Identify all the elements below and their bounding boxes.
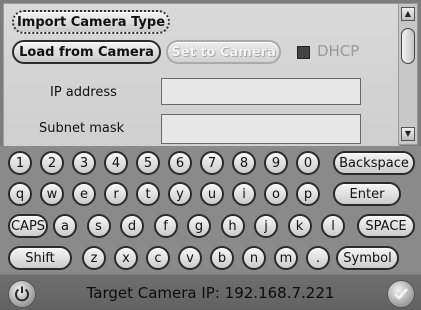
- settings-panel: Import Camera Type Load from Camera Set …: [3, 3, 400, 147]
- key-o[interactable]: o: [264, 182, 288, 206]
- key-space[interactable]: SPACE: [357, 214, 415, 238]
- key-2[interactable]: 2: [40, 151, 64, 175]
- dhcp-label: DHCP: [317, 42, 360, 60]
- import-camera-type-button[interactable]: Import Camera Type: [12, 10, 170, 34]
- key-enter[interactable]: Enter: [333, 182, 401, 206]
- key-i[interactable]: i: [232, 182, 256, 206]
- ip-address-input[interactable]: [161, 78, 361, 105]
- key-x[interactable]: x: [114, 246, 138, 270]
- key-5[interactable]: 5: [136, 151, 160, 175]
- key-d[interactable]: d: [120, 214, 144, 238]
- scroll-up-arrow-icon[interactable]: ▲: [401, 7, 415, 21]
- key-7[interactable]: 7: [200, 151, 224, 175]
- key-h[interactable]: h: [220, 214, 245, 238]
- key-k[interactable]: k: [287, 214, 312, 238]
- key-3[interactable]: 3: [72, 151, 96, 175]
- load-from-camera-button[interactable]: Load from Camera: [12, 40, 161, 64]
- key-u[interactable]: u: [200, 182, 224, 206]
- key-y[interactable]: y: [168, 182, 192, 206]
- key-s[interactable]: s: [86, 214, 111, 238]
- key-8[interactable]: 8: [232, 151, 256, 175]
- key-symbol[interactable]: Symbol: [336, 246, 399, 270]
- camera-setup-screen: Import Camera Type Load from Camera Set …: [0, 0, 421, 310]
- key-l[interactable]: l: [321, 214, 345, 238]
- key-z[interactable]: z: [82, 246, 106, 270]
- key-r[interactable]: r: [104, 182, 128, 206]
- key-backspace[interactable]: Backspace: [333, 151, 415, 175]
- key-a[interactable]: a: [53, 214, 77, 238]
- key-e[interactable]: e: [72, 182, 96, 206]
- key-t[interactable]: t: [136, 182, 160, 206]
- key-9[interactable]: 9: [264, 151, 288, 175]
- key-v[interactable]: v: [178, 246, 202, 270]
- confirm-button[interactable]: [387, 280, 415, 308]
- key-n[interactable]: n: [242, 246, 266, 270]
- key-0[interactable]: 0: [296, 151, 320, 175]
- key-b[interactable]: b: [210, 246, 234, 270]
- key-m[interactable]: m: [274, 246, 298, 270]
- key-q[interactable]: q: [8, 182, 32, 206]
- scroll-down-arrow-icon[interactable]: ▼: [401, 127, 415, 141]
- key-p[interactable]: p: [296, 182, 320, 206]
- key-1[interactable]: 1: [8, 151, 32, 175]
- key-f[interactable]: f: [153, 214, 178, 238]
- on-screen-keyboard: 1234567890 Backspace qwertyuiop Enter CA…: [0, 146, 421, 274]
- key-4[interactable]: 4: [104, 151, 128, 175]
- key-shift[interactable]: Shift: [8, 246, 72, 270]
- power-button[interactable]: [8, 280, 36, 308]
- form-scrollbar[interactable]: ▲ ▼: [398, 3, 418, 145]
- key-c[interactable]: c: [146, 246, 170, 270]
- key-period[interactable]: .: [306, 246, 330, 270]
- key-caps[interactable]: CAPS: [8, 214, 48, 238]
- dhcp-checkbox[interactable]: [297, 46, 310, 59]
- power-icon: [15, 286, 29, 302]
- key-w[interactable]: w: [40, 182, 64, 206]
- key-g[interactable]: g: [187, 214, 211, 238]
- key-j[interactable]: j: [254, 214, 278, 238]
- confirm-icon: [394, 288, 408, 300]
- scroll-thumb[interactable]: [401, 28, 415, 64]
- status-bar: Target Camera IP: 192.168.7.221: [0, 275, 421, 310]
- ip-address-label: IP address: [50, 85, 117, 100]
- target-camera-ip-status: Target Camera IP: 192.168.7.221: [86, 284, 335, 302]
- subnet-mask-label: Subnet mask: [39, 121, 125, 136]
- subnet-mask-input[interactable]: [161, 114, 361, 144]
- set-to-camera-button[interactable]: Set to Camera: [166, 40, 281, 64]
- key-6[interactable]: 6: [168, 151, 192, 175]
